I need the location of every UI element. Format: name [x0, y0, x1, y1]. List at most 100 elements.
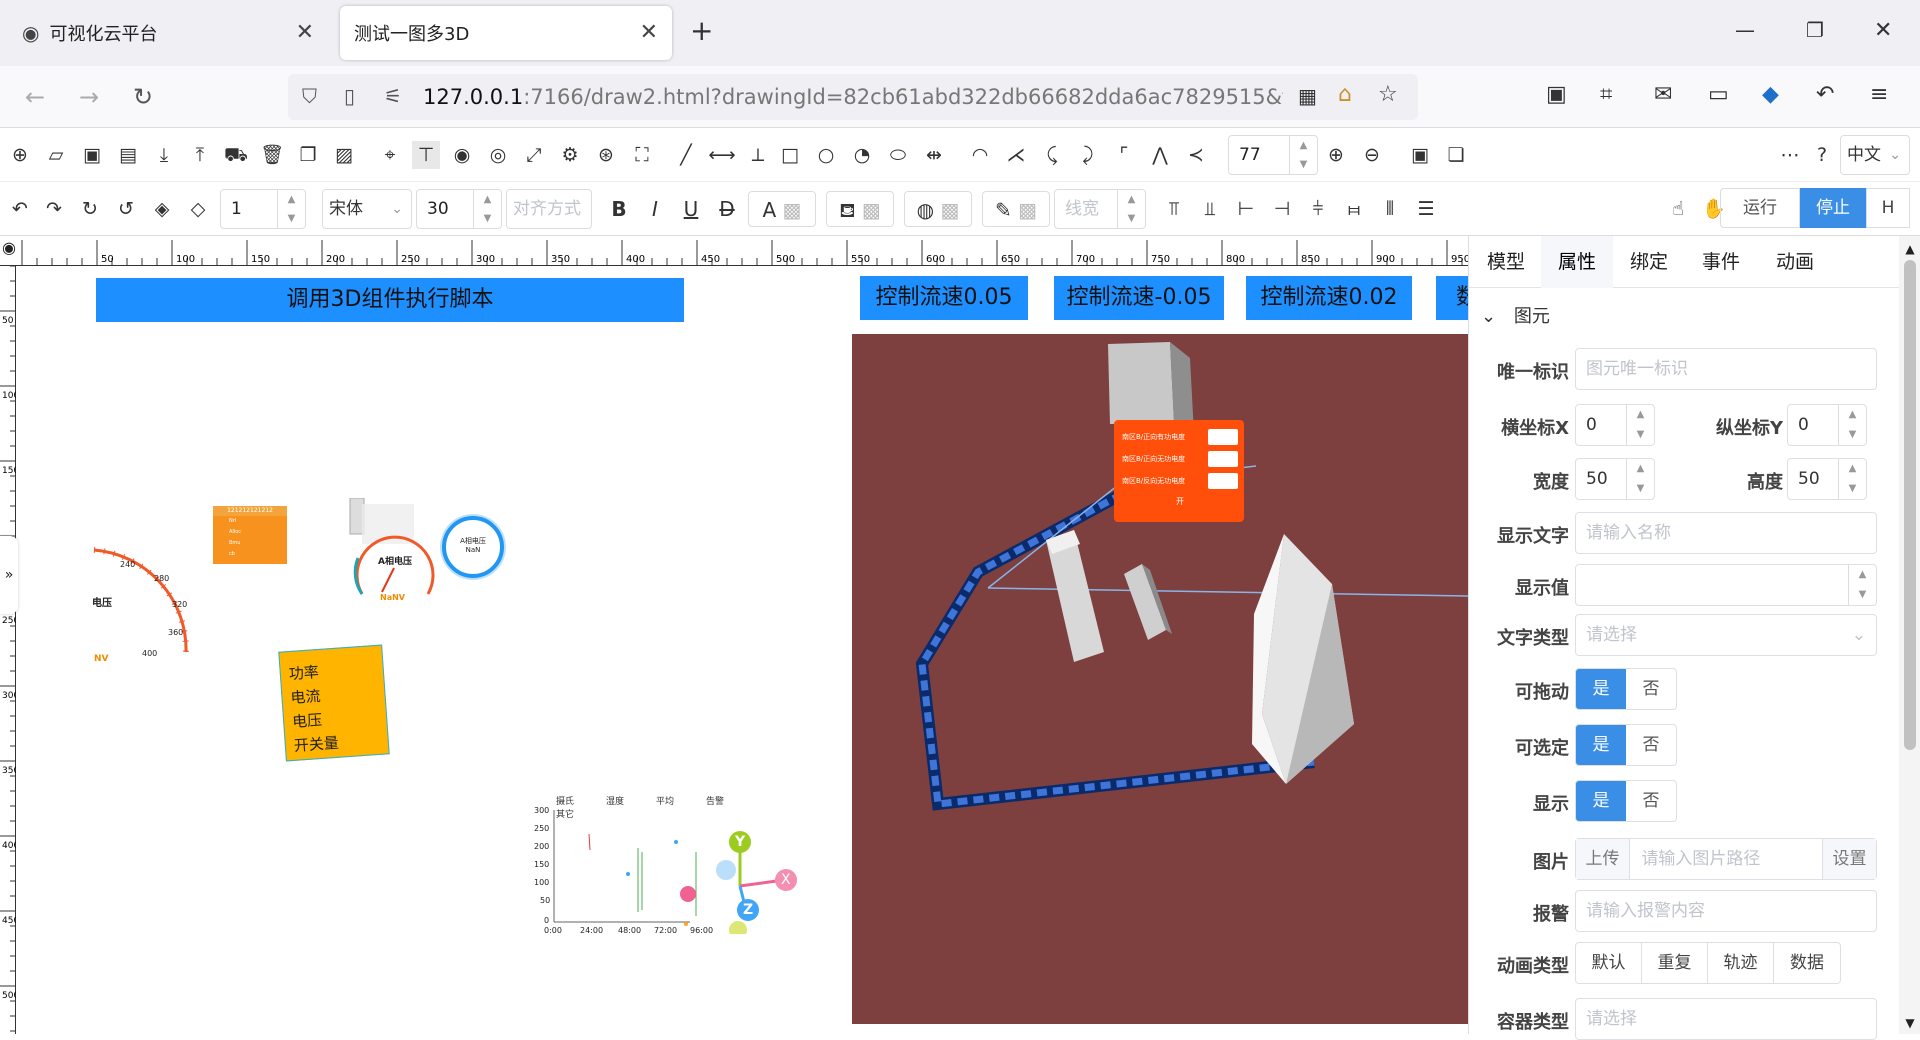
- home-icon[interactable]: ⌂: [1338, 82, 1352, 107]
- zoom-input[interactable]: 77 ▲ ▼: [1228, 135, 1318, 175]
- rotate-ccw-icon[interactable]: ↺: [112, 195, 140, 223]
- flow-speed-button-1[interactable]: 控制流速0.05: [860, 276, 1028, 320]
- menu-icon[interactable]: ≡: [1870, 82, 1888, 107]
- close-icon[interactable]: ✕: [296, 20, 314, 45]
- tab-properties[interactable]: 属性: [1541, 236, 1613, 288]
- bookmark-star-icon[interactable]: ☆: [1378, 82, 1398, 107]
- hand-pointer-icon[interactable]: ☝: [1664, 195, 1692, 223]
- arc-tool-icon[interactable]: ◠: [966, 141, 994, 169]
- selectable-no[interactable]: 否: [1626, 725, 1676, 765]
- pin-icon[interactable]: ⊤: [412, 141, 440, 169]
- back-icon[interactable]: ←: [16, 78, 54, 116]
- forward-icon[interactable]: →: [70, 78, 108, 116]
- layers-icon[interactable]: ◈: [148, 195, 176, 223]
- align-hcenter-icon[interactable]: ⧦: [1340, 195, 1368, 223]
- run-button[interactable]: 运行: [1720, 188, 1800, 228]
- fill-color-button[interactable]: ⛾ ▩: [826, 191, 894, 227]
- settings-gear-icon[interactable]: ⚙: [556, 141, 584, 169]
- vline-tool-icon[interactable]: ⟂: [744, 141, 772, 169]
- visible-toggle[interactable]: 是 否: [1575, 780, 1677, 822]
- line-tool-icon[interactable]: ╱: [672, 141, 700, 169]
- x-stepper[interactable]: ▲ ▼: [1626, 405, 1654, 445]
- chat-icon[interactable]: ✉: [1654, 82, 1672, 107]
- minimize-button[interactable]: —: [1735, 18, 1755, 42]
- ungroup-icon[interactable]: ❏: [1442, 141, 1470, 169]
- tab-test-3d[interactable]: 测试一图多3D ✕: [340, 6, 672, 60]
- zoom-region-icon[interactable]: ⊛: [592, 141, 620, 169]
- address-bar[interactable]: ⛉ ▯ ⚟ 127.0.0.1:7166/draw2.html?drawingI…: [288, 74, 1418, 120]
- line-width-stepper[interactable]: ▲ ▼: [1117, 190, 1145, 228]
- layer-input[interactable]: 1 ▲ ▼: [220, 189, 306, 229]
- new-file-icon[interactable]: ⊕: [6, 141, 34, 169]
- anim-type-group[interactable]: 默认 重复 轨迹 数据: [1575, 942, 1841, 984]
- undo-icon[interactable]: ↶: [6, 195, 34, 223]
- width-input[interactable]: 50 ▲ ▼: [1575, 458, 1655, 500]
- hline-tool-icon[interactable]: ⟷: [708, 141, 736, 169]
- scroll-up-icon[interactable]: ▲: [1899, 242, 1920, 256]
- bezier-tool-icon[interactable]: ⤸: [1074, 141, 1102, 169]
- tab-events[interactable]: 事件: [1685, 236, 1757, 288]
- height-input[interactable]: 50 ▲ ▼: [1787, 458, 1867, 500]
- ellipse-tool-icon[interactable]: ⬭: [884, 141, 912, 169]
- distribute-v-icon[interactable]: ☰: [1412, 195, 1440, 223]
- screenshot-icon[interactable]: ▣: [1546, 82, 1567, 107]
- underline-button[interactable]: U: [678, 191, 704, 227]
- save-icon[interactable]: ▣: [78, 141, 106, 169]
- delete-icon[interactable]: 🗑: [258, 141, 286, 169]
- align-select[interactable]: 对齐方式: [506, 189, 592, 229]
- select-area-icon[interactable]: ⌖: [376, 141, 404, 169]
- draggable-no[interactable]: 否: [1626, 669, 1676, 709]
- align-vcenter-icon[interactable]: ⫩: [1304, 195, 1332, 223]
- layers-outline-icon[interactable]: ◇: [184, 195, 212, 223]
- align-right-icon[interactable]: ⊣: [1268, 195, 1296, 223]
- permissions-icon[interactable]: ⚟: [384, 84, 402, 108]
- left-collapse-handle[interactable]: »: [0, 536, 18, 614]
- zoom-in-icon[interactable]: ⊕: [1322, 141, 1350, 169]
- x-input[interactable]: 0 ▲ ▼: [1575, 404, 1655, 446]
- line-width-input[interactable]: 线宽 ▲ ▼: [1054, 189, 1146, 229]
- car-icon[interactable]: ⛟: [222, 141, 250, 169]
- help-icon[interactable]: ?: [1808, 141, 1836, 169]
- draggable-yes[interactable]: 是: [1576, 669, 1626, 709]
- sticky-note[interactable]: 功率 电流 电压 开关量: [278, 644, 390, 762]
- language-select[interactable]: 中文 ⌄: [1840, 135, 1910, 175]
- alarm-input[interactable]: 请输入报警内容: [1575, 890, 1877, 932]
- align-top-icon[interactable]: ⫪: [1160, 195, 1188, 223]
- pie-tool-icon[interactable]: ◔: [848, 141, 876, 169]
- zoom-out-icon[interactable]: ⊖: [1358, 141, 1386, 169]
- capture-icon[interactable]: ◎: [484, 141, 512, 169]
- font-size-stepper[interactable]: ▲ ▼: [473, 190, 501, 228]
- axis-gizmo[interactable]: [710, 830, 806, 934]
- zoom-stepper[interactable]: ▲ ▼: [1289, 136, 1317, 174]
- polyline-tool-icon[interactable]: ⋌: [1002, 141, 1030, 169]
- tab-model[interactable]: 模型: [1471, 236, 1541, 288]
- qr-code-icon[interactable]: ▦: [1298, 84, 1317, 108]
- align-left-icon[interactable]: ⊢: [1232, 195, 1260, 223]
- font-size-input[interactable]: 30 ▲ ▼: [416, 189, 502, 229]
- orange-data-card[interactable]: 121212121212 Nrl Alloc Bmu cb: [213, 506, 287, 564]
- text-color-button[interactable]: A ▩: [748, 191, 816, 227]
- shadow-color-button[interactable]: ◍ ▩: [904, 191, 972, 227]
- page-icon[interactable]: ▯: [344, 84, 355, 108]
- more-icon[interactable]: ⋯: [1776, 141, 1804, 169]
- a-phase-indicator[interactable]: A相电压 NaN: [442, 516, 504, 578]
- script-3d-button[interactable]: 调用3D组件执行脚本: [96, 278, 684, 322]
- redo-icon[interactable]: ↷: [40, 195, 68, 223]
- display-value-input[interactable]: ▲ ▼: [1575, 564, 1877, 606]
- restore-button[interactable]: ❐: [1806, 18, 1824, 42]
- strike-button[interactable]: D: [714, 191, 740, 227]
- undo-close-icon[interactable]: ↶: [1816, 82, 1834, 107]
- close-icon[interactable]: ✕: [640, 20, 658, 45]
- open-folder-icon[interactable]: ▱: [42, 141, 70, 169]
- corner-tool-icon[interactable]: ⌜: [1110, 141, 1138, 169]
- visible-yes[interactable]: 是: [1576, 781, 1626, 821]
- rect-tool-icon[interactable]: □: [776, 141, 804, 169]
- extension-icon[interactable]: ◆: [1762, 82, 1779, 107]
- image-settings-button[interactable]: 设置: [1822, 839, 1876, 879]
- anim-track[interactable]: 轨迹: [1708, 943, 1774, 983]
- height-stepper[interactable]: ▲ ▼: [1838, 459, 1866, 499]
- monitor-icon[interactable]: ▭: [1708, 82, 1729, 107]
- dimension-tool-icon[interactable]: ⇹: [920, 141, 948, 169]
- anim-default[interactable]: 默认: [1576, 943, 1642, 983]
- selectable-toggle[interactable]: 是 否: [1575, 724, 1677, 766]
